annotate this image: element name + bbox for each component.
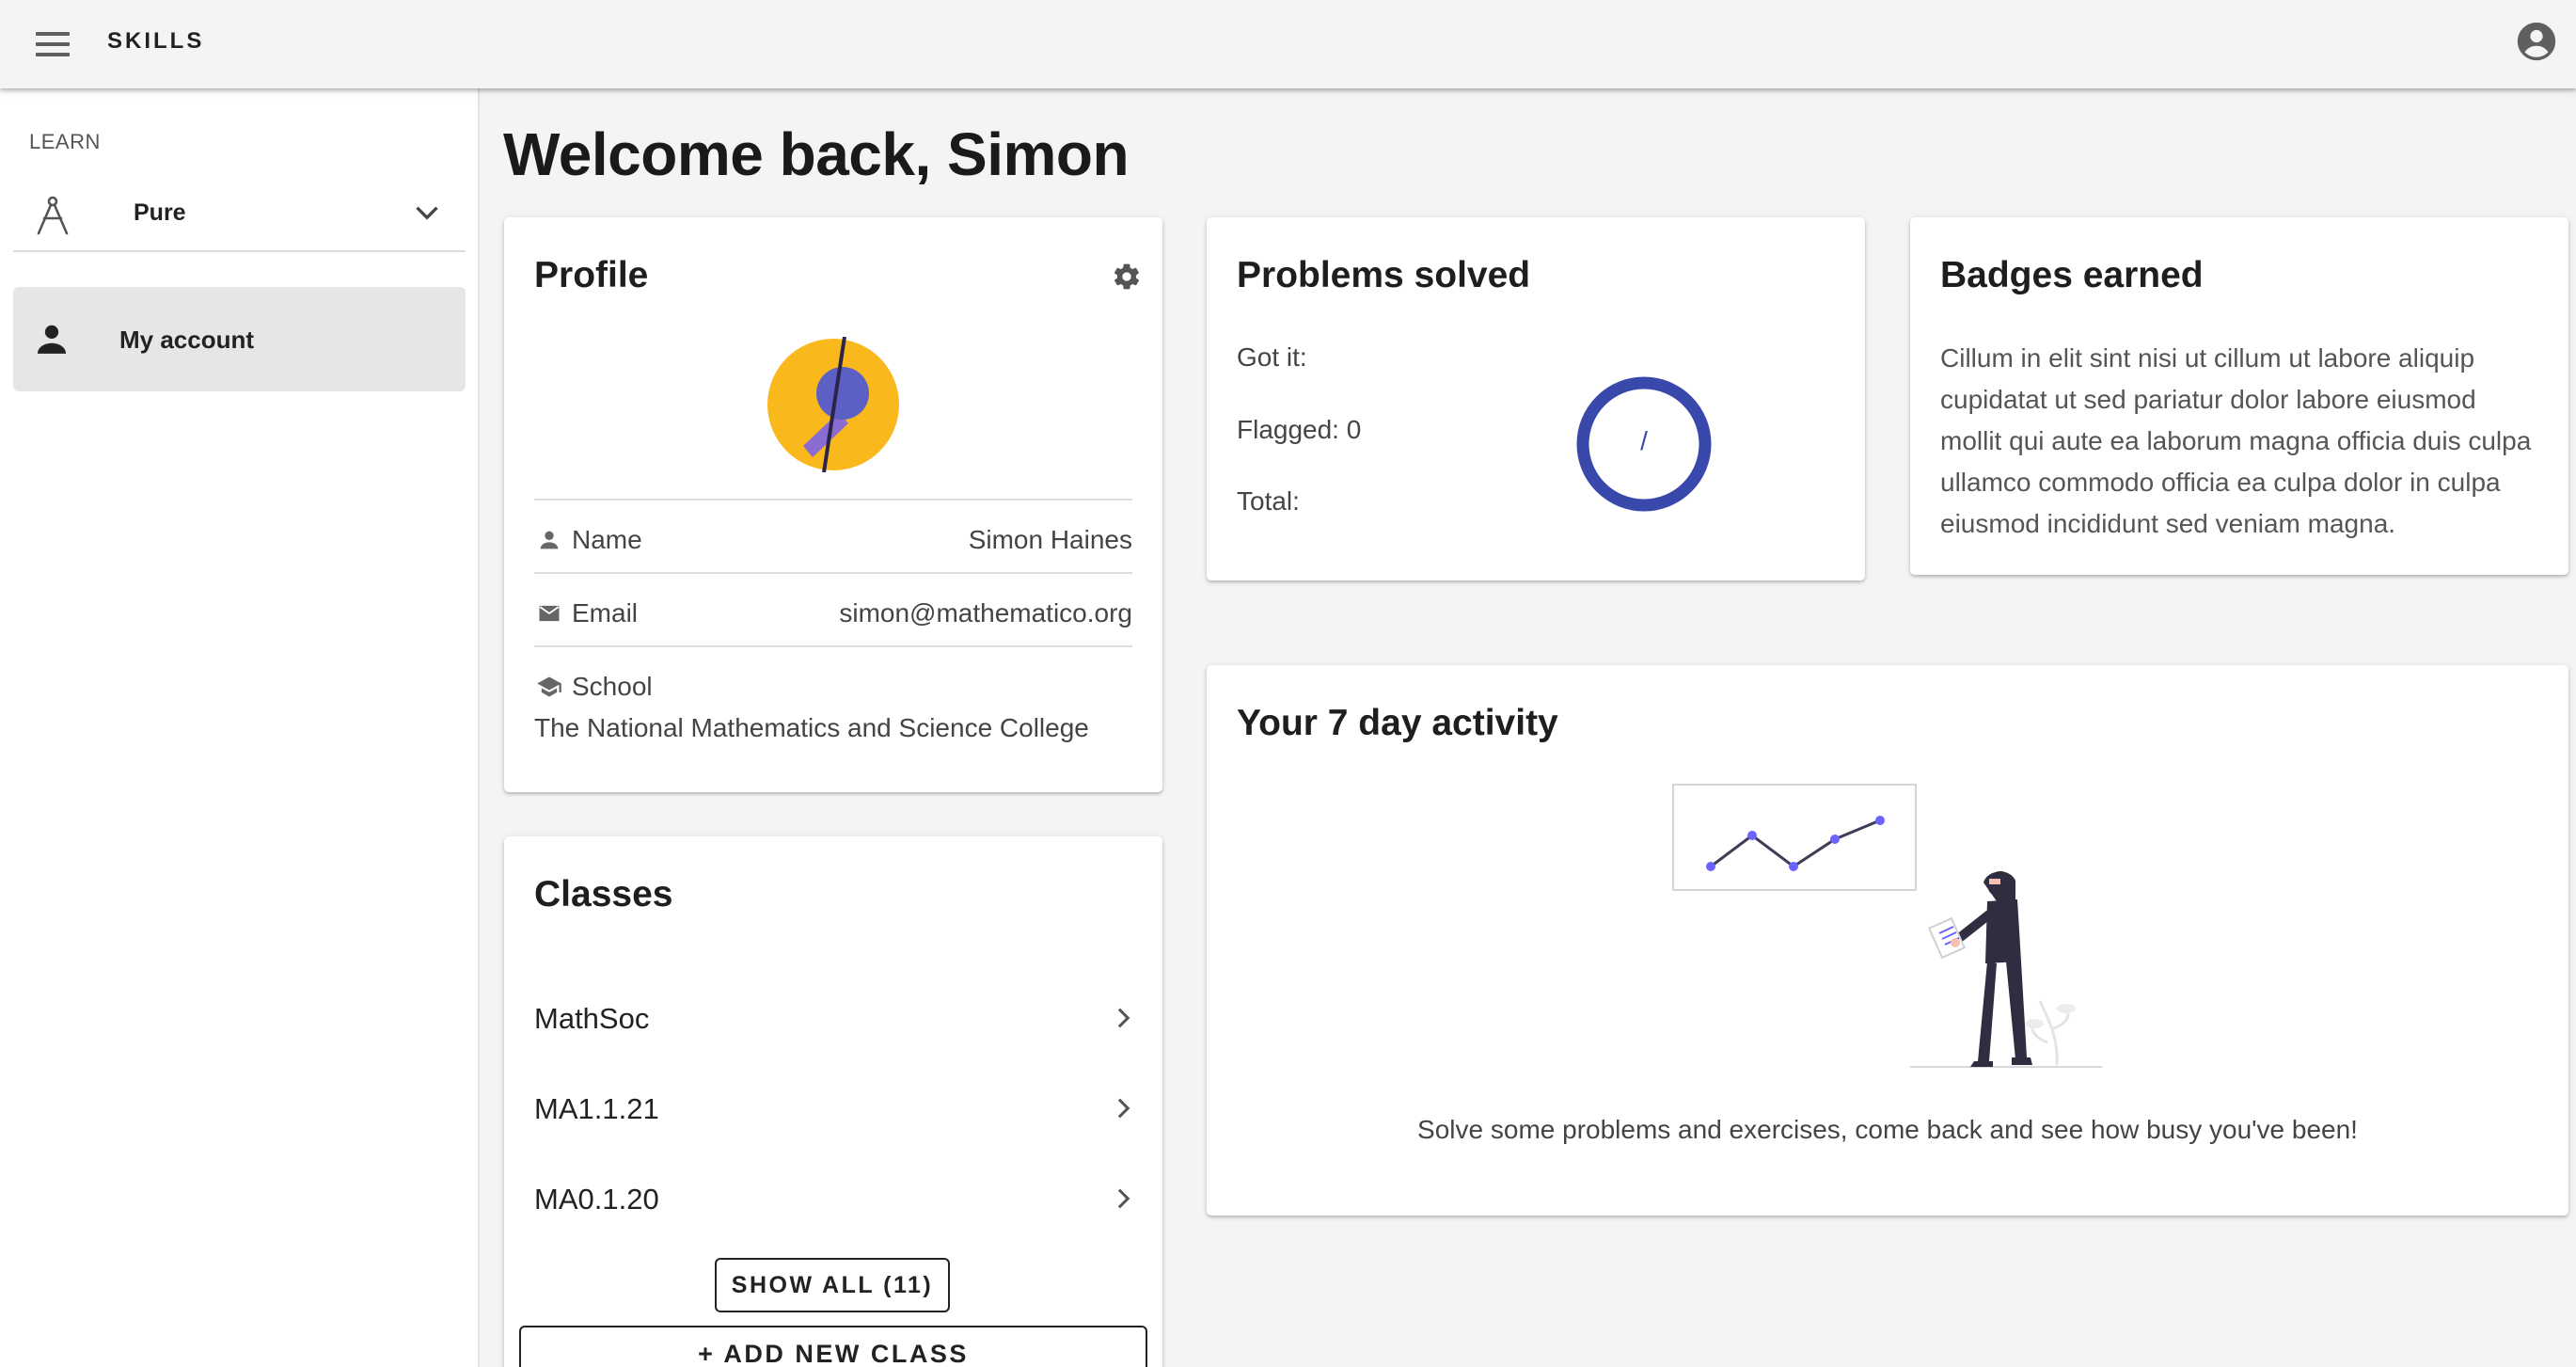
plus-icon: + (698, 1340, 724, 1367)
chevron-right-icon (1117, 1188, 1130, 1209)
profile-email-row: Email simon@mathematico.org (534, 572, 1132, 645)
school-value: The National Mathematics and Science Col… (534, 713, 1089, 742)
class-item[interactable]: MA0.1.20 (534, 1169, 1132, 1226)
badges-card: Badges earned Cillum in elit sint nisi u… (1910, 217, 2568, 575)
app-bar: SKILLS (0, 0, 2576, 88)
compass-icon (37, 196, 69, 235)
problems-card: Problems solved Got it: Flagged: 0 Total… (1207, 217, 1865, 580)
menu-icon[interactable] (28, 25, 75, 63)
badges-text: Cillum in elit sint nisi ut cillum ut la… (1940, 343, 2532, 538)
got-it-stat: Got it: (1237, 342, 1307, 372)
flagged-stat: Flagged: 0 (1237, 415, 1362, 444)
chevron-right-icon (1117, 1098, 1130, 1119)
app-title: SKILLS (107, 28, 205, 54)
chevron-down-icon (416, 206, 438, 220)
course-select[interactable]: Pure (13, 183, 466, 252)
classes-title: Classes (534, 874, 673, 914)
avatar (767, 337, 899, 472)
sidebar-item-label: My account (119, 326, 255, 354)
email-value: simon@mathematico.org (839, 598, 1132, 628)
mail-icon (539, 605, 560, 622)
show-all-button[interactable]: SHOW ALL (11) (715, 1258, 950, 1312)
activity-card: Your 7 day activity Solve some problems … (1207, 665, 2568, 1216)
sidebar-item-my-account[interactable]: My account (13, 287, 466, 391)
class-item[interactable]: MA1.1.21 (534, 1079, 1132, 1136)
school-icon (537, 676, 561, 697)
add-class-label: ADD NEW CLASS (723, 1340, 969, 1367)
classes-card: Classes MathSoc MA1.1.21 MA0.1.20 SHOW A… (504, 836, 1162, 1367)
profile-title: Profile (534, 255, 649, 295)
profile-name-row: Name Simon Haines (534, 499, 1132, 572)
progress-ring-label: / (1640, 426, 1648, 455)
school-label: School (572, 672, 653, 701)
email-label: Email (572, 598, 639, 628)
person-icon (37, 325, 67, 354)
name-label: Name (572, 525, 642, 554)
person-icon (540, 531, 559, 549)
class-name: MathSoc (534, 1002, 650, 1035)
account-circle-icon[interactable] (2516, 21, 2557, 62)
total-stat: Total: (1237, 486, 1300, 516)
profile-school-row: School The National Mathematics and Scie… (534, 645, 1132, 749)
class-name: MA0.1.20 (534, 1183, 659, 1216)
page-title: Welcome back, Simon (503, 120, 1130, 188)
badges-title: Badges earned (1940, 255, 2204, 295)
name-value: Simon Haines (968, 525, 1132, 554)
problems-title: Problems solved (1237, 255, 1531, 295)
sidebar: LEARN Pure My account (0, 88, 480, 1367)
chevron-right-icon (1117, 1008, 1130, 1028)
profile-card: Profile Name Simon Haines Email simon@ma… (504, 217, 1162, 792)
course-name: Pure (134, 199, 186, 226)
class-name: MA1.1.21 (534, 1092, 659, 1125)
activity-title: Your 7 day activity (1237, 703, 1558, 743)
activity-empty-message: Solve some problems and exercises, come … (1417, 1115, 2358, 1144)
gear-icon[interactable] (1112, 262, 1142, 292)
class-item[interactable]: MathSoc (534, 989, 1132, 1045)
add-class-button[interactable]: + ADD NEW CLASS (519, 1326, 1147, 1367)
sidebar-section-label: LEARN (29, 130, 101, 153)
empty-activity-illustration (1672, 784, 2102, 1068)
